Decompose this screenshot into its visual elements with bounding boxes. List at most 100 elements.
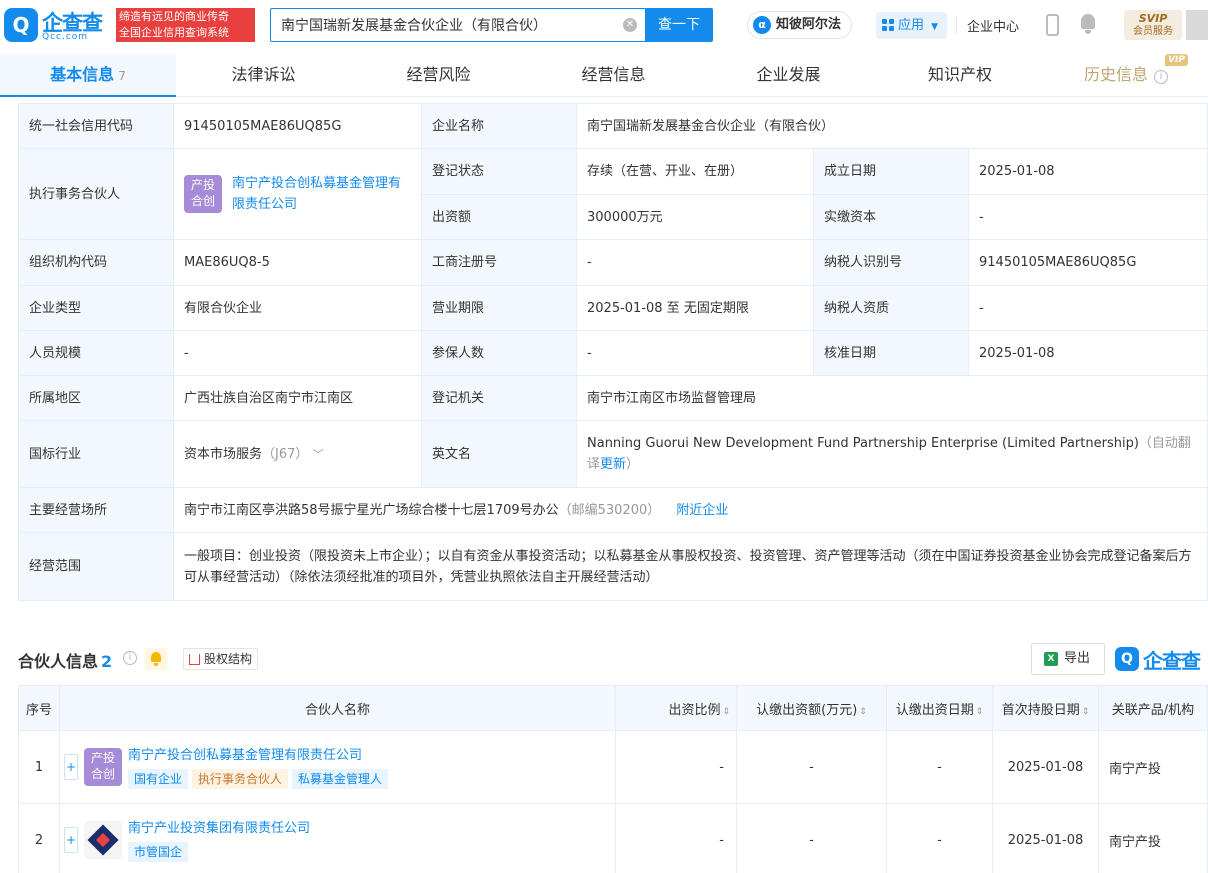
svip-title: SVIP	[1138, 12, 1168, 25]
tab-history[interactable]: 历史信息 i VIP	[1044, 54, 1208, 97]
field-label: 出资额	[421, 194, 577, 240]
app-menu-button[interactable]: 应用 ▼	[876, 12, 947, 39]
info-row: 经营范围 一般项目：创业投资（限投资未上市企业）；以自有资金从事投资活动；以私募…	[18, 532, 1208, 601]
industry-cell[interactable]: 资本市场服务（J67） ﹀	[173, 420, 422, 488]
export-button[interactable]: X 导出	[1031, 643, 1105, 675]
tag-executive-partner: 执行事务合伙人	[192, 768, 289, 789]
col-header-sortable[interactable]: 认缴出资额(万元) ⇕	[736, 685, 887, 731]
info-row: 执行事务合伙人 产投合创 南宁产投合创私募基金管理有限责任公司 登记状态 存续（…	[18, 148, 1208, 240]
col-header-sortable[interactable]: 认缴出资日期 ⇕	[886, 685, 993, 731]
field-label: 组织机构代码	[18, 239, 174, 286]
col-header-sortable[interactable]: 出资比例 ⇕	[615, 685, 737, 731]
info-row: 组织机构代码 MAE86UQ8-5 工商注册号 - 纳税人识别号 9145010…	[18, 239, 1208, 286]
field-label: 企业名称	[421, 103, 577, 149]
industry-code: （J67）	[262, 446, 309, 462]
bell-icon[interactable]	[145, 648, 167, 670]
qcc-logo[interactable]: Q 企查查 Qcc.com	[4, 8, 112, 42]
phone-icon[interactable]	[1046, 14, 1059, 36]
basic-info-table: 统一社会信用代码 91450105MAE86UQ85G 企业名称 南宁国瑞新发展…	[18, 103, 1208, 601]
reg-no-value: -	[576, 239, 814, 286]
amount-value: -	[736, 730, 887, 804]
vip-badge: VIP	[1165, 54, 1188, 66]
field-label: 统一社会信用代码	[18, 103, 174, 149]
info-row: 统一社会信用代码 91450105MAE86UQ85G 企业名称 南宁国瑞新发展…	[18, 103, 1208, 149]
product-link[interactable]: 南宁产投	[1098, 803, 1208, 873]
tab-operation[interactable]: 经营信息	[526, 54, 701, 97]
chevron-down-icon: ▼	[931, 22, 939, 32]
table-row: 1 + 产投合创 南宁产投合创私募基金管理有限责任公司 国有企业 执行事务合伙人私…	[18, 730, 1208, 804]
ratio-value: -	[615, 730, 737, 804]
sort-icon: ⇕	[859, 706, 867, 717]
business-term-value: 2025-01-08 至 无固定期限	[576, 285, 814, 331]
section-title-text: 合伙人信息	[18, 652, 99, 671]
tab-ip[interactable]: 知识产权	[876, 54, 1044, 97]
field-label: 成立日期	[813, 148, 969, 195]
row-number: 2	[18, 803, 60, 873]
slogan-banner: 缔造有远见的商业传奇 全国企业信用查询系统	[116, 8, 255, 42]
paid-capital-value: -	[967, 194, 1208, 240]
expand-button[interactable]: +	[64, 754, 78, 780]
slogan-line-1: 缔造有远见的商业传奇	[119, 10, 229, 23]
top-bar: Q 企查查 Qcc.com 缔造有远见的商业传奇 全国企业信用查询系统 ✕ 查一…	[0, 0, 1208, 50]
field-label: 人员规模	[18, 330, 174, 376]
date-value: -	[886, 803, 993, 873]
sort-icon: ⇕	[1081, 706, 1090, 717]
tab-bar: 基本信息 7 法律诉讼 经营风险 经营信息 企业发展 知识产权 历史信息 i VIP	[0, 54, 1208, 97]
info-icon[interactable]: i	[123, 651, 137, 665]
clear-icon[interactable]: ✕	[623, 18, 637, 32]
bell-icon[interactable]	[1079, 14, 1097, 34]
zhibi-alpha-button[interactable]: α 知彼阿尔法	[747, 11, 853, 39]
insured-count-value: -	[576, 330, 814, 376]
qcc-logo-icon: Q	[4, 8, 38, 42]
tab-development[interactable]: 企业发展	[701, 54, 876, 97]
grid-icon	[882, 19, 894, 31]
watermark-text: 企查查	[1143, 649, 1201, 673]
tab-legal[interactable]: 法律诉讼	[176, 54, 351, 97]
field-label: 国标行业	[18, 420, 174, 488]
field-label: 英文名	[421, 420, 577, 488]
credit-code-value: 91450105MAE86UQ85G	[173, 103, 422, 149]
english-name-value: Nanning Guorui New Development Fund Part…	[587, 436, 1139, 451]
org-code-value: MAE86UQ8-5	[173, 239, 422, 286]
field-label: 登记状态	[421, 148, 577, 195]
postcode: （邮编530200）	[558, 502, 661, 518]
table-row: 2 + 南宁产业投资集团有限责任公司 市管国企 - - - 2025-01-08…	[18, 803, 1208, 873]
info-row: 国标行业 资本市场服务（J67） ﹀ 英文名 Nanning Guorui Ne…	[18, 420, 1208, 488]
address-cell: 南宁市江南区亭洪路58号振宁星光广场综合楼十七层1709号办公（邮编530200…	[172, 487, 1208, 533]
product-link[interactable]: 南宁产投	[1098, 730, 1208, 804]
update-link[interactable]: 更新	[600, 457, 626, 472]
staff-size-value: -	[173, 330, 422, 376]
equity-structure-button[interactable]: 股权结构	[183, 648, 259, 670]
expand-button[interactable]: +	[64, 827, 78, 853]
chevron-down-icon[interactable]: ﹀	[313, 448, 324, 461]
nearby-companies-link[interactable]: 附近企业	[676, 503, 728, 518]
tab-count: 7	[118, 69, 126, 83]
search-button[interactable]: 查一下	[645, 8, 713, 42]
tab-basic-info[interactable]: 基本信息 7	[0, 54, 176, 97]
col-header: 关联产品/机构	[1098, 685, 1208, 731]
partner-name-link[interactable]: 南宁产投合创私募基金管理有限责任公司	[128, 746, 392, 766]
tab-risk[interactable]: 经营风险	[351, 54, 526, 97]
info-row: 人员规模 - 参保人数 - 核准日期 2025-01-08	[18, 330, 1208, 376]
partners-table: 序号 合伙人名称 出资比例 ⇕ 认缴出资额(万元) ⇕ 认缴出资日期 ⇕ 首次持股日期…	[18, 685, 1208, 873]
executive-partner-cell: 产投合创 南宁产投合创私募基金管理有限责任公司	[173, 148, 422, 240]
partners-section-title: 合伙人信息 2	[18, 648, 112, 672]
table-header-row: 序号 合伙人名称 出资比例 ⇕ 认缴出资额(万元) ⇕ 认缴出资日期 ⇕ 首次持股日期…	[18, 685, 1208, 731]
capital-value: 300000万元	[576, 194, 814, 240]
col-header-label: 认缴出资额(万元)	[756, 702, 858, 718]
search-input[interactable]	[271, 9, 611, 41]
executive-partner-link[interactable]: 南宁产投合创私募基金管理有限责任公司	[232, 173, 411, 215]
first-hold-date: 2025-01-08	[992, 803, 1099, 873]
partner-name-link[interactable]: 南宁产业投资集团有限责任公司	[128, 819, 310, 839]
tag-fund-manager: 私募基金管理人	[292, 768, 389, 789]
field-label: 实缴资本	[813, 194, 969, 240]
field-label: 企业类型	[18, 285, 174, 331]
tab-label: 基本信息	[50, 65, 115, 84]
avatar[interactable]	[1186, 10, 1208, 40]
field-label: 执行事务合伙人	[18, 148, 174, 240]
svip-button[interactable]: SVIP 会员服务	[1124, 10, 1182, 40]
corp-center-link[interactable]: 企业中心	[967, 16, 1019, 35]
field-label: 工商注册号	[421, 239, 577, 286]
col-header-sortable[interactable]: 首次持股日期 ⇕	[992, 685, 1099, 731]
tag-city-soe: 市管国企	[128, 841, 189, 862]
